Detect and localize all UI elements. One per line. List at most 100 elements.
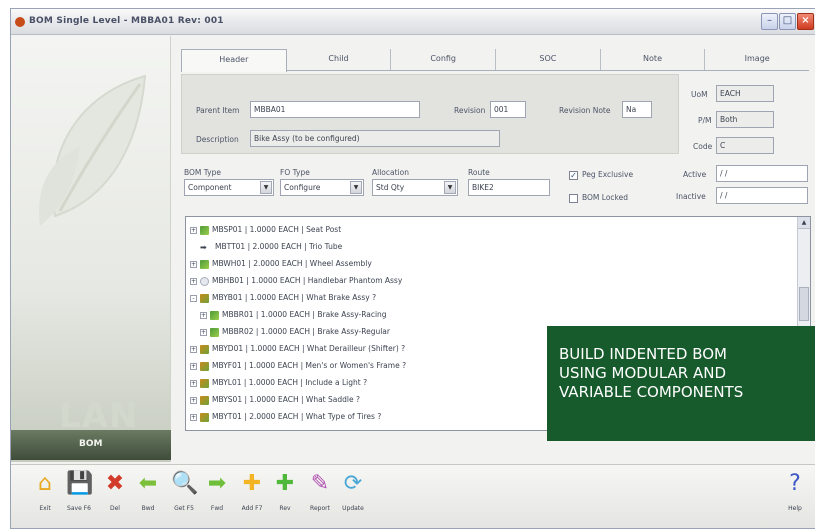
expand-icon[interactable]: + <box>190 260 197 268</box>
expand-icon[interactable]: + <box>190 345 197 353</box>
parent-item-label: Parent Item <box>196 106 240 115</box>
expand-icon[interactable]: + <box>190 396 197 404</box>
tree-row-label: MBYD01 | 1.0000 EACH | What Derailleur (… <box>212 344 406 353</box>
tab-image[interactable]: Image <box>705 49 809 70</box>
variable-component-icon <box>200 412 209 422</box>
phantom-icon <box>200 276 209 286</box>
tree-row-label: MBYS01 | 1.0000 EACH | What Saddle ? <box>212 395 360 404</box>
route-label: Route <box>468 168 490 177</box>
exit-button[interactable]: ⌂ Exit <box>29 471 61 512</box>
route-field[interactable]: BIKE2 <box>468 179 550 196</box>
left-brand-panel: LAN BOM <box>11 36 171 462</box>
del-button[interactable]: ✖ Del <box>99 471 131 512</box>
chevron-down-icon[interactable]: ▼ <box>260 181 272 194</box>
help-icon: ? <box>789 471 801 496</box>
expand-icon[interactable]: + <box>190 413 197 421</box>
tree-row[interactable]: + MBHB01 | 1.0000 EACH | Handlebar Phanto… <box>190 272 402 289</box>
search-icon: 🔍 <box>171 471 199 496</box>
get-button[interactable]: 🔍 Get F5 <box>168 471 200 512</box>
tab-header[interactable]: Header <box>181 49 287 72</box>
save-button[interactable]: 💾 Save F6 <box>63 471 95 512</box>
tab-config[interactable]: Config <box>391 49 497 70</box>
toolbar-label: Exit <box>39 505 51 512</box>
caption-overlay: BUILD INDENTED BOM USING MODULAR AND VAR… <box>547 326 815 441</box>
tab-note[interactable]: Note <box>601 49 706 70</box>
expand-icon[interactable]: + <box>190 379 197 387</box>
expand-icon[interactable]: + <box>190 362 197 370</box>
revision-note-label: Revision Note <box>559 106 611 115</box>
expand-icon[interactable]: + <box>200 311 207 319</box>
bom-type-select[interactable]: Component ▼ <box>184 179 274 196</box>
tree-row-label: MBYT01 | 2.0000 EACH | What Type of Tire… <box>212 412 382 421</box>
tree-row[interactable]: ➡ MBTT01 | 2.0000 EACH | Trio Tube <box>190 238 342 255</box>
tree-row[interactable]: + MBYT01 | 2.0000 EACH | What Type of Tir… <box>190 408 381 425</box>
toolbar-label: Del <box>110 505 120 512</box>
toolbar-label: Rev <box>279 505 291 512</box>
tree-row[interactable]: + MBYS01 | 1.0000 EACH | What Saddle ? <box>190 391 360 408</box>
add-icon: ✚ <box>242 471 262 496</box>
chevron-down-icon[interactable]: ▼ <box>350 181 362 194</box>
allocation-label: Allocation <box>372 168 409 177</box>
description-field[interactable]: Bike Assy (to be configured) <box>250 130 500 147</box>
tree-row[interactable]: - MBYB01 | 1.0000 EACH | What Brake Assy … <box>190 289 376 306</box>
home-icon: ⌂ <box>38 471 52 496</box>
revision-note-field[interactable]: Na <box>622 101 652 118</box>
tree-row-label: MBTT01 | 2.0000 EACH | Trio Tube <box>215 242 343 251</box>
inactive-date-field[interactable]: / / <box>716 187 808 204</box>
allocation-select[interactable]: Std Qty ▼ <box>372 179 458 196</box>
tab-soc[interactable]: SOC <box>496 49 601 70</box>
tab-child[interactable]: Child <box>287 49 392 70</box>
tree-row[interactable]: + MBSP01 | 1.0000 EACH | Seat Post <box>190 221 341 238</box>
modular-component-icon <box>210 310 219 320</box>
expand-icon[interactable]: + <box>200 328 207 336</box>
tree-row[interactable]: + MBYD01 | 1.0000 EACH | What Derailleur … <box>190 340 405 357</box>
tree-row[interactable]: + MBBR01 | 1.0000 EACH | Brake Assy-Racin… <box>200 306 387 323</box>
peg-exclusive-label: Peg Exclusive <box>582 170 634 179</box>
bom-locked-checkbox[interactable] <box>569 194 578 203</box>
revision-field[interactable]: 001 <box>490 101 526 118</box>
fwd-button[interactable]: ➡ Fwd <box>201 471 233 512</box>
expand-icon[interactable]: + <box>190 277 197 285</box>
back-icon: ⬅ <box>138 471 158 496</box>
tree-row[interactable]: + MBYF01 | 1.0000 EACH | Men's or Women's… <box>190 357 406 374</box>
close-button[interactable]: × <box>797 13 814 30</box>
bwd-button[interactable]: ⬅ Bwd <box>132 471 164 512</box>
bom-type-value: Component <box>188 183 232 192</box>
add-button[interactable]: ✚ Add F7 <box>236 471 268 512</box>
update-button[interactable]: ⟳ Update <box>337 471 369 512</box>
code-field[interactable]: C <box>716 137 774 154</box>
uom-field[interactable]: EACH <box>716 85 774 102</box>
title-bar[interactable]: BOM Single Level - MBBA01 Rev: 001 – □ × <box>11 9 815 35</box>
tree-row[interactable]: + MBWH01 | 2.0000 EACH | Wheel Assembly <box>190 255 372 272</box>
modular-component-icon <box>200 259 209 269</box>
peg-exclusive-checkbox[interactable]: ✓ <box>569 171 578 180</box>
active-date-field[interactable]: / / <box>716 165 808 182</box>
scroll-up-icon[interactable]: ▲ <box>798 217 810 229</box>
rev-button[interactable]: ✚ Rev <box>269 471 301 512</box>
fo-type-select[interactable]: Configure ▼ <box>280 179 364 196</box>
report-button[interactable]: ✎ Report <box>304 471 336 512</box>
variable-component-icon <box>200 395 209 405</box>
scroll-thumb[interactable] <box>799 287 809 321</box>
allocation-value: Std Qty <box>376 183 405 192</box>
bom-locked-label: BOM Locked <box>582 193 628 202</box>
toolbar-label: Help <box>788 505 802 512</box>
help-button[interactable]: ? Help <box>779 471 811 512</box>
update-icon: ⟳ <box>343 471 363 496</box>
window-title: BOM Single Level - MBBA01 Rev: 001 <box>29 16 224 26</box>
pm-field[interactable]: Both <box>716 111 774 128</box>
collapse-icon[interactable]: - <box>190 294 197 302</box>
variable-component-icon <box>200 378 209 388</box>
tree-row[interactable]: + MBYL01 | 1.0000 EACH | Include a Light … <box>190 374 367 391</box>
expand-icon[interactable]: + <box>190 226 197 234</box>
tree-row-label: MBWH01 | 2.0000 EACH | Wheel Assembly <box>212 259 372 268</box>
modular-component-icon <box>200 225 209 235</box>
tree-row[interactable]: + MBBR02 | 1.0000 EACH | Brake Assy-Regul… <box>200 323 390 340</box>
parent-item-field[interactable]: MBBA01 <box>250 101 420 118</box>
maximize-button[interactable]: □ <box>779 13 796 30</box>
arrow-icon: ➡ <box>200 242 207 252</box>
tree-row-label: MBSP01 | 1.0000 EACH | Seat Post <box>212 225 342 234</box>
minimize-button[interactable]: – <box>761 13 778 30</box>
bom-type-label: BOM Type <box>184 168 221 177</box>
chevron-down-icon[interactable]: ▼ <box>444 181 456 194</box>
